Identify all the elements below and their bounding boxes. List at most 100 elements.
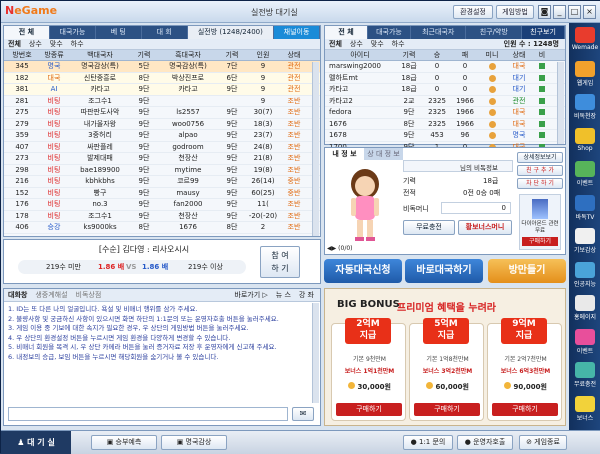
tab-users-available[interactable]: 대국가능: [368, 26, 411, 39]
table-row[interactable]: 407 비팅 싸판플레 9단 godroom 9단 24(8) 조반: [4, 142, 320, 153]
bonus-card[interactable]: 2억M 지급 기본 9천만M 보너스 1억1천만M 30,000원 구매하기: [331, 318, 406, 421]
sidebar-item[interactable]: 이벤트: [571, 161, 599, 187]
bonus-card[interactable]: 5억M 지급 기본 1억8천만M 보너스 3억2천만M 60,000원 구매하기: [409, 318, 484, 421]
tab-opponent-info[interactable]: 상 대 정 보: [364, 148, 403, 160]
col-room-no[interactable]: 방번호: [4, 50, 40, 60]
table-row[interactable]: 176 비팅 no.3 9단 fan2000 9단 11(조반: [4, 199, 320, 211]
table-row[interactable]: 406 승강 ks9000ks 8단 1676 8단 2 조반: [4, 222, 320, 234]
tab-friends[interactable]: 친구/약방: [466, 26, 523, 39]
minimize-icon[interactable]: _: [553, 5, 566, 19]
chat-scrollbar[interactable]: [312, 303, 319, 403]
quick-match-button[interactable]: 바로대국하기: [405, 259, 483, 283]
user-subtab-higher[interactable]: 상수: [350, 39, 363, 49]
list-item[interactable]: 1676 8단 2325 1966 대국: [325, 119, 565, 130]
close-icon[interactable]: ×: [583, 5, 596, 19]
user-subtab-all[interactable]: 전체: [329, 39, 342, 49]
col-black-player[interactable]: 흑대국자: [156, 50, 220, 60]
tab-shop[interactable]: 비독상점: [76, 289, 102, 301]
manual-button[interactable]: 게임방법: [496, 5, 534, 19]
detail-info-button[interactable]: 상세정보보기: [517, 152, 563, 163]
famous-games-button[interactable]: ▣ 명국감상: [161, 435, 227, 450]
table-row[interactable]: 281 비팅 조그수1 9단 9 조반: [4, 96, 320, 107]
tab-chat[interactable]: 대화창: [8, 289, 27, 301]
table-row[interactable]: 273 비팅 발제대패 9단 천장산 9단 21(8) 조반: [4, 153, 320, 165]
chat-shortcut-link[interactable]: 바로가기 ▷: [234, 289, 267, 301]
sidebar-item[interactable]: 보너스: [571, 395, 599, 422]
tab-recent-opponents[interactable]: 최근대국자: [411, 26, 467, 39]
subtab-higher[interactable]: 상수: [29, 39, 42, 49]
user-subtab-equal[interactable]: 맞수: [371, 39, 384, 49]
tab-available[interactable]: 대국가능: [50, 26, 96, 39]
buy-button[interactable]: 구매하기: [336, 403, 402, 416]
col-user-id[interactable]: 아이디: [325, 50, 395, 60]
sidebar-item[interactable]: 바독TV: [571, 194, 599, 221]
camera-icon[interactable]: ◙: [538, 5, 551, 19]
list-item[interactable]: 카타고2 2교 2325 1966 관전: [325, 96, 565, 107]
settings-button[interactable]: 환경설정: [453, 5, 493, 19]
chat-send-icon[interactable]: ✉: [292, 407, 314, 421]
tab-betting[interactable]: 베 팅: [96, 26, 142, 39]
sidebar-item[interactable]: 웹게임: [571, 60, 599, 87]
sidebar-item[interactable]: 홍메이지: [571, 295, 599, 321]
table-row[interactable]: 275 비팅 따판판도사악 9단 ls2557 9단 30(7) 조반: [4, 107, 320, 119]
list-item[interactable]: 멜하트mt 18급 0 0 대기: [325, 73, 565, 84]
list-item[interactable]: marswing2000 18급 0 0 대국: [325, 61, 565, 73]
chat-lesson-link[interactable]: 강 좌: [299, 289, 314, 301]
sidebar-item[interactable]: 무료충전: [571, 362, 599, 388]
table-row[interactable]: 381 AI 카타고 9단 카타고 9단 9 관전: [4, 84, 320, 96]
view-friends-button[interactable]: 친구보기: [522, 26, 565, 39]
chat-input[interactable]: [8, 407, 288, 421]
table-row[interactable]: 298 비팅 bae189900 9단 mytime 9단 19(8) 조반: [4, 165, 320, 176]
lobby-tab[interactable]: ♟ 대 기 실: [1, 431, 71, 454]
block-user-button[interactable]: 차 단 하 기: [517, 178, 563, 189]
list-item[interactable]: 1678 9단 453 96 명국: [325, 130, 565, 142]
buy-button[interactable]: 구매하기: [492, 403, 558, 416]
table-row[interactable]: 216 비팅 kbhkbhs 9단 코르99 9단 26(14) 중반: [4, 176, 320, 188]
create-room-button[interactable]: 방만들기: [488, 259, 566, 283]
add-friend-button[interactable]: 친 구 추 가: [517, 165, 563, 176]
table-row[interactable]: 279 비팅 내가올자왕 9단 woo0756 9단 18(3) 조반: [4, 119, 320, 130]
sidebar-item[interactable]: 비독천장: [571, 94, 599, 120]
tab-all-users[interactable]: 전 체: [325, 26, 368, 39]
tab-tournament[interactable]: 대 회: [142, 26, 188, 39]
exit-game-button[interactable]: ⊘ 게임종료: [519, 435, 567, 450]
table-row[interactable]: 178 비팅 조그수1 9단 천장산 9단 -20(-20) 조반: [4, 211, 320, 222]
table-row[interactable]: 359 비팅 3중허리 9단 alpao 9단 23(7) 조반: [4, 130, 320, 142]
chat-news-link[interactable]: 뉴 스: [276, 289, 291, 301]
sidebar-item[interactable]: Wemade: [571, 27, 599, 51]
col-white-level[interactable]: 기력: [132, 50, 156, 60]
col-white-player[interactable]: 백대국자: [68, 50, 132, 60]
subtab-lower[interactable]: 하수: [71, 39, 84, 49]
col-user-extra[interactable]: 비: [533, 50, 551, 60]
table-row[interactable]: 182 대국 신탄중흥로 8단 박상진프로 6단 9 관전: [4, 72, 320, 84]
tab-my-info[interactable]: 내 정 보: [325, 148, 364, 160]
subtab-all[interactable]: 전체: [8, 39, 21, 49]
join-room-button[interactable]: 참 여 하 기: [260, 246, 300, 278]
sidebar-item[interactable]: 기보감상: [571, 228, 599, 254]
col-people[interactable]: 인원: [244, 50, 282, 60]
user-subtab-lower[interactable]: 하수: [392, 39, 405, 49]
bonus-card[interactable]: 9억M 지급 기본 2억7천만M 보너스 6억3천만M 90,000원 구매하기: [487, 318, 562, 421]
col-status[interactable]: 상태: [282, 50, 306, 60]
inquiry-button[interactable]: ● 1:1 문의: [403, 435, 453, 450]
sidebar-item[interactable]: 이벤트: [571, 328, 599, 355]
user-list-scrollbar[interactable]: [557, 62, 564, 144]
col-user-mini[interactable]: 미니: [479, 50, 505, 60]
tab-all-rooms[interactable]: 전 체: [4, 26, 50, 39]
list-item[interactable]: 카타고 18급 0 0 대기: [325, 84, 565, 96]
table-row[interactable]: 345 명국 명국감상(특) 5단 명국감상(특) 7단 9 관전: [4, 61, 320, 73]
col-black-level[interactable]: 기력: [220, 50, 244, 60]
channel-move-button[interactable]: 채널이동: [274, 26, 320, 39]
avatar-arrows-icon[interactable]: ◀▶: [327, 245, 336, 252]
col-user-losses[interactable]: 패: [451, 50, 479, 60]
promo-buy-button[interactable]: 구매하기: [522, 237, 558, 246]
table-row[interactable]: 152 비팅 빵구 9단 mausy 9단 60(25) 중반: [4, 188, 320, 199]
tab-live-commentary[interactable]: 생중계해설: [35, 289, 67, 301]
room-list-scrollbar[interactable]: [312, 62, 319, 236]
auto-match-button[interactable]: 자동대국신청: [324, 259, 402, 283]
col-room-type[interactable]: 방종류: [40, 50, 68, 60]
maximize-icon[interactable]: □: [568, 5, 581, 19]
free-charge-button[interactable]: 무료충전: [403, 220, 455, 235]
col-user-wins[interactable]: 승: [423, 50, 451, 60]
col-user-level[interactable]: 기력: [395, 50, 423, 60]
